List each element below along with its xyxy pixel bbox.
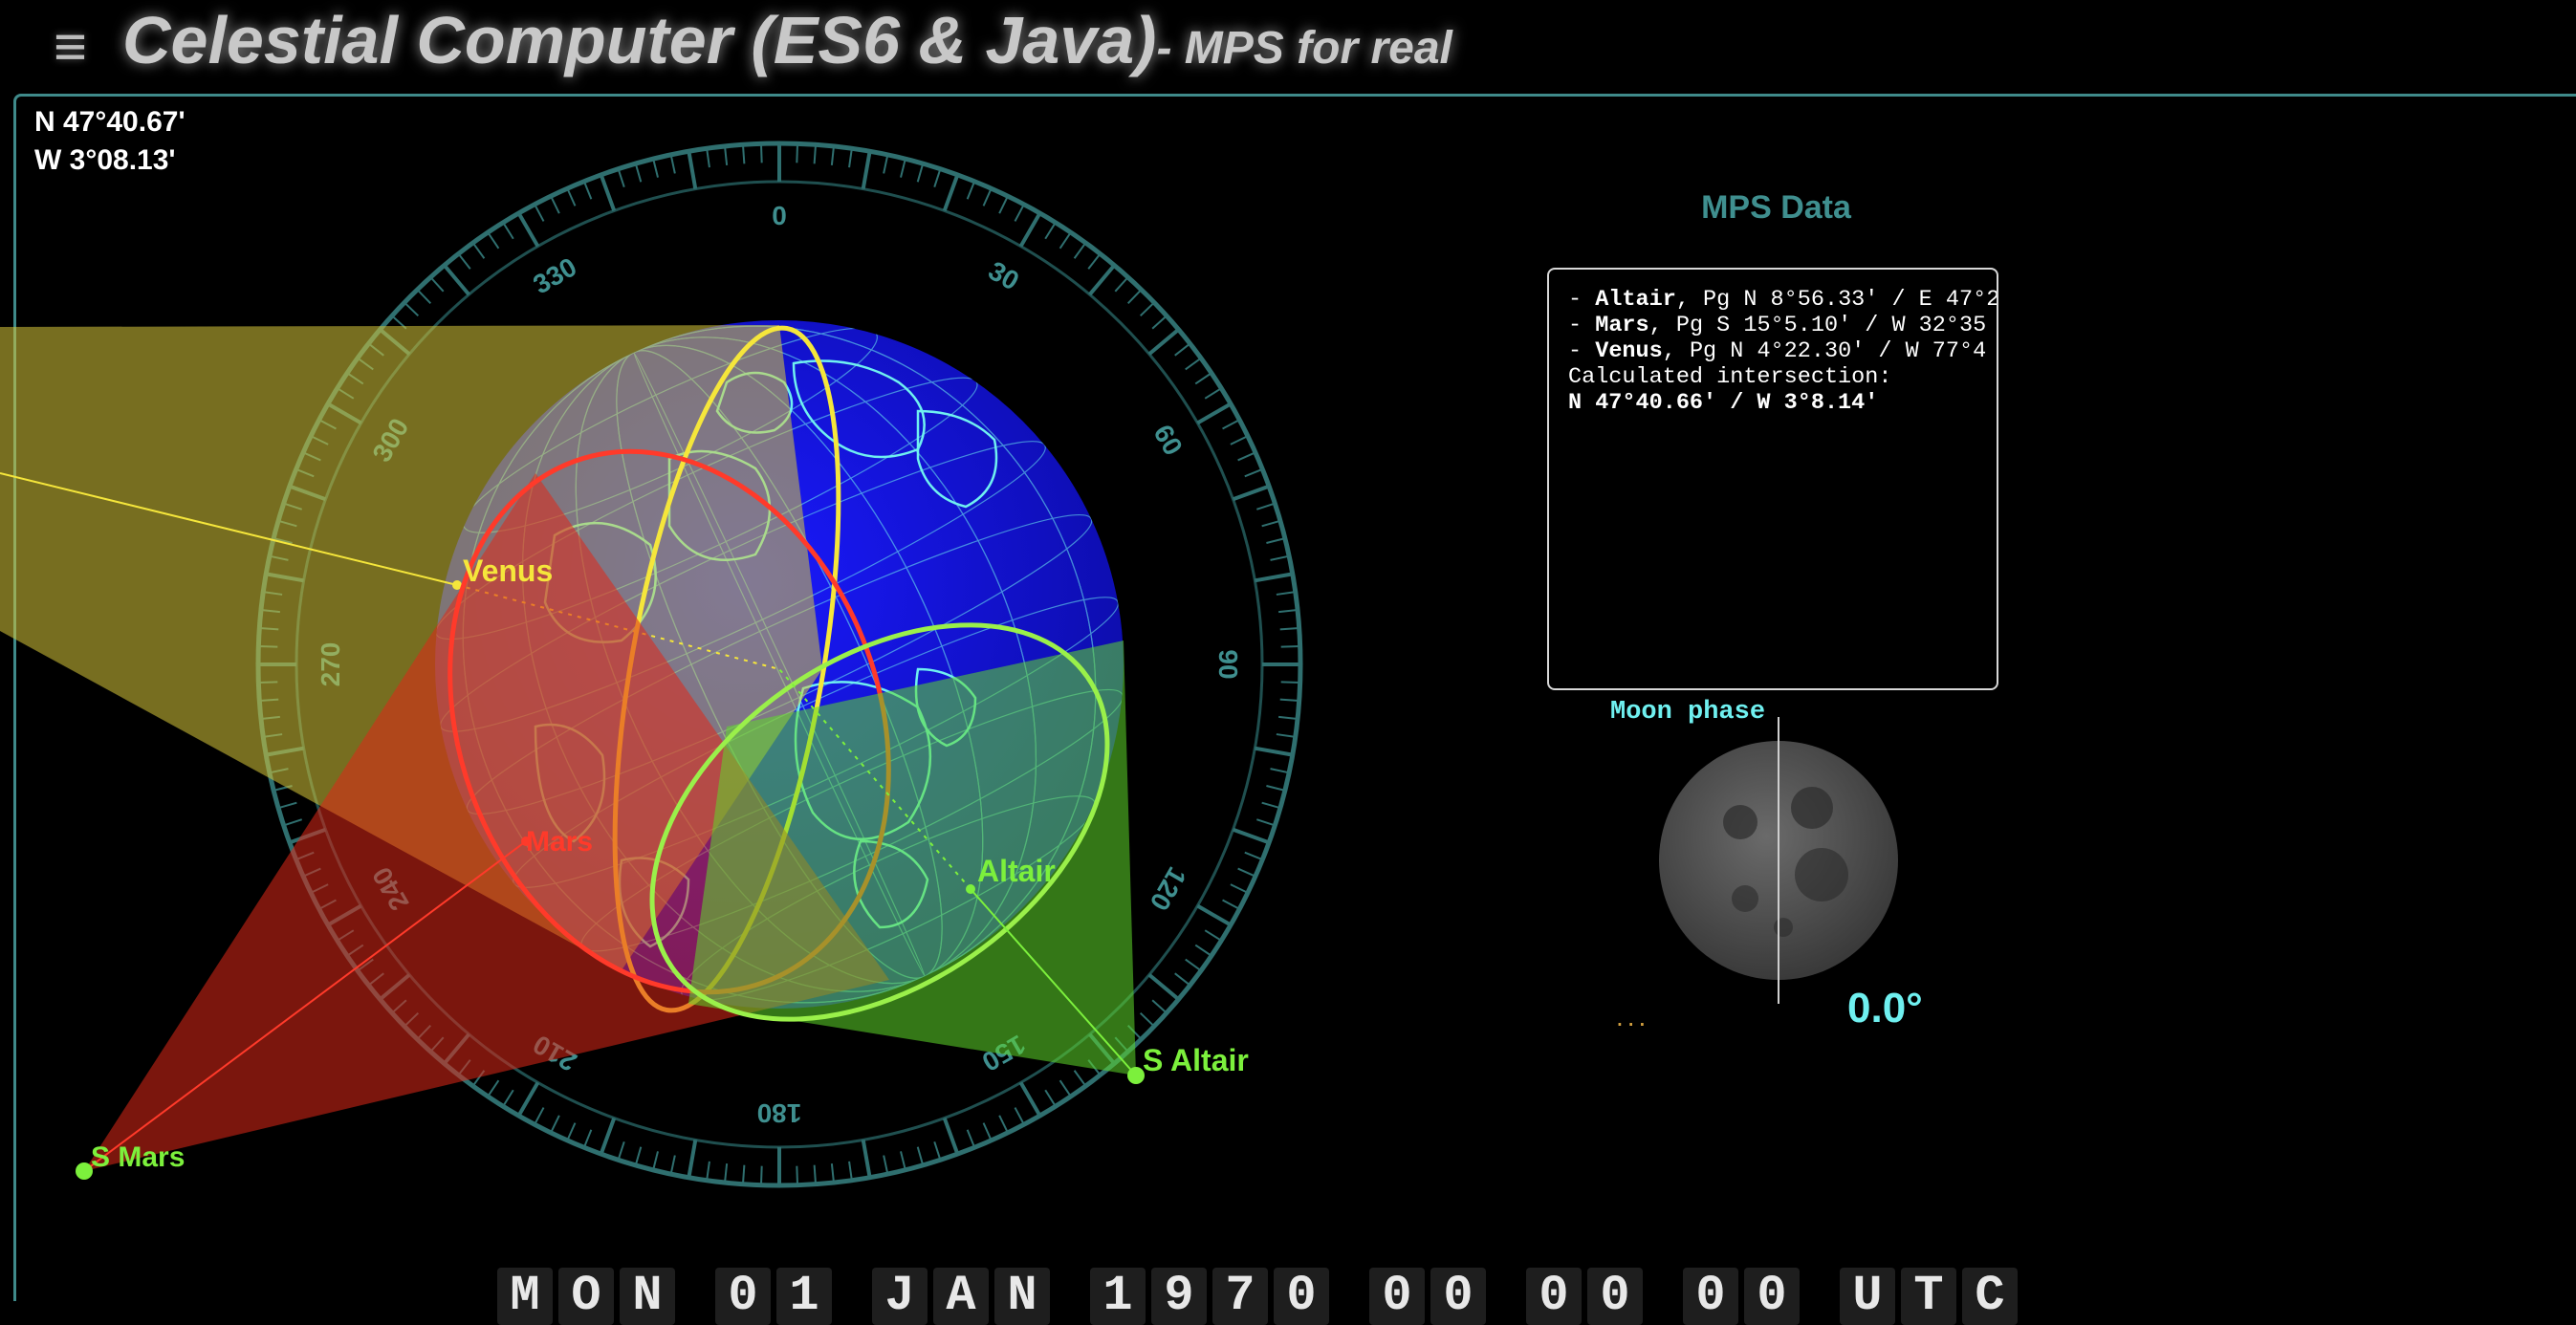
date-digit: J [872,1268,928,1325]
date-digit [681,1268,709,1325]
header-bar: ≡ Celestial Computer (ES6 & Java)- MPS f… [0,0,2576,94]
date-digit [1805,1268,1834,1325]
altair-subpoint-label: S Altair [1143,1043,1249,1077]
date-digit: O [558,1268,614,1325]
mps-line: - Mars, Pg S 15°5.10' / W 32°35 [1568,313,1987,338]
date-digit: 0 [1587,1268,1643,1325]
compass-label-0: 0 [772,201,787,230]
mars-label: Mars [526,826,593,858]
date-digit: 0 [1744,1268,1800,1325]
date-digit: 0 [1430,1268,1486,1325]
date-digit: M [497,1268,553,1325]
app-title: Celestial Computer (ES6 & Java)- MPS for… [122,2,1452,78]
moon-phase-dots: ... [1616,1002,1650,1032]
title-subtitle: - MPS for real [1156,23,1452,74]
title-main: Celestial Computer (ES6 & Java) [122,3,1157,77]
date-digit: 0 [715,1268,771,1325]
date-digit: 0 [1274,1268,1329,1325]
mps-line: - Venus, Pg N 4°22.30' / W 77°4 [1568,338,1987,364]
date-digit: 0 [1683,1268,1738,1325]
date-digit [1648,1268,1677,1325]
moon-phase-graphic [1659,717,1898,1004]
intersection-value: N 47°40.66' / W 3°8.14' [1568,390,1879,416]
date-digit: 0 [1369,1268,1425,1325]
date-digit [1056,1268,1084,1325]
date-digit: 9 [1151,1268,1207,1325]
date-time-display: MON01JAN1970000000UTC [497,1268,2018,1325]
date-digit: C [1962,1268,2018,1325]
date-digit [1492,1268,1520,1325]
date-digit: A [933,1268,989,1325]
mps-data-title: MPS Data [1701,189,1851,226]
date-digit: T [1901,1268,1956,1325]
compass-label-180: 180 [757,1098,802,1128]
compass-label-330: 330 [528,251,581,299]
date-digit: 1 [1090,1268,1146,1325]
date-digit [838,1268,866,1325]
date-digit: N [620,1268,675,1325]
intersection-label: Calculated intersection: [1568,364,1892,390]
date-digit: U [1840,1268,1895,1325]
date-digit: N [994,1268,1050,1325]
date-digit [1335,1268,1364,1325]
date-digit: 7 [1212,1268,1268,1325]
compass-label-90: 90 [1213,649,1243,679]
compass-label-120: 120 [1144,862,1191,916]
compass-label-60: 60 [1147,420,1188,460]
venus-label: Venus [463,554,553,588]
date-digit: 1 [776,1268,832,1325]
mps-line: - Altair, Pg N 8°56.33' / E 47°2 [1568,287,1998,313]
altair-label: Altair [977,854,1056,888]
mars-subpoint-label: S Mars [91,1141,185,1173]
globe-canvas[interactable]: 0306090120150180210240270300330 [0,96,1339,1283]
moon-phase-value: 0.0° [1847,985,1923,1032]
mps-data-box: - Altair, Pg N 8°56.33' / E 47°2- Mars, … [1547,268,1998,690]
hamburger-menu-icon[interactable]: ≡ [54,13,87,80]
date-digit: 0 [1526,1268,1582,1325]
compass-label-30: 30 [984,255,1024,295]
